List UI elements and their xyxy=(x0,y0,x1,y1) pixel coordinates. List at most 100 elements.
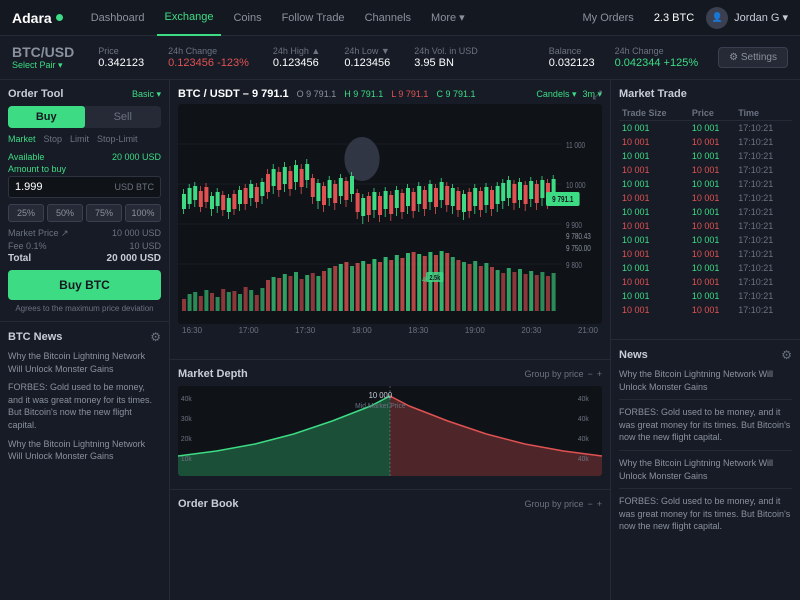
ticker-select-pair[interactable]: Select Pair ▾ xyxy=(12,60,74,71)
trade-size: 10 001 xyxy=(619,163,689,177)
brand-name: Adara xyxy=(12,10,52,26)
btc-news-item-2[interactable]: Why the Bitcoin Lightning Network Will U… xyxy=(8,438,161,463)
trade-price: 10 001 xyxy=(689,289,735,303)
order-tool-title: Order Tool xyxy=(8,88,63,100)
trade-price: 10 001 xyxy=(689,247,735,261)
chart-low: L 9 791.1 xyxy=(391,89,428,99)
trade-size: 10 001 xyxy=(619,289,689,303)
left-panel: Order Tool Basic ▾ Buy Sell Market Stop … xyxy=(0,80,170,600)
pct-buttons: 25% 50% 75% 100% xyxy=(8,204,161,222)
news-right-item[interactable]: FORBES: Gold used to be money, and it wa… xyxy=(619,406,792,451)
btc-news-title: BTC News xyxy=(8,331,62,343)
ticker-volume: 24h Vol. in USD 3.95 BN xyxy=(414,46,478,69)
settings-button[interactable]: ⚙ Settings xyxy=(718,47,788,68)
btc-news-settings-icon[interactable]: ⚙ xyxy=(150,330,161,344)
pct-75[interactable]: 75% xyxy=(86,204,122,222)
buy-btc-button[interactable]: Buy BTC xyxy=(8,270,161,300)
pct-25[interactable]: 25% xyxy=(8,204,44,222)
svg-text:40k: 40k xyxy=(181,396,192,403)
btc-news-item-0[interactable]: Why the Bitcoin Lightning Network Will U… xyxy=(8,350,161,375)
trade-price: 10 001 xyxy=(689,205,735,219)
order-type-stop-limit[interactable]: Stop-Limit xyxy=(97,134,138,144)
sell-tab[interactable]: Sell xyxy=(85,106,162,128)
ticker-pair[interactable]: BTC/USD Select Pair ▾ xyxy=(12,44,74,71)
ticker-bar: BTC/USD Select Pair ▾ Price 0.342123 24h… xyxy=(0,36,800,80)
market-trade-title: Market Trade xyxy=(619,88,687,100)
trade-price: 10 001 xyxy=(689,303,735,317)
svg-text:30k: 30k xyxy=(181,416,192,423)
trade-price: 10 001 xyxy=(689,275,735,289)
brand-logo[interactable]: Adara xyxy=(12,10,63,26)
trade-time: 17:10:21 xyxy=(735,135,792,149)
order-book-plus-icon[interactable]: + xyxy=(597,499,602,509)
group-price-control[interactable]: Group by price − + xyxy=(524,369,602,379)
trade-size: 10 001 xyxy=(619,247,689,261)
order-type-market[interactable]: Market xyxy=(8,134,36,144)
svg-text:40k: 40k xyxy=(578,436,589,443)
market-price-row: Market Price ↗ 10 000 USD xyxy=(8,228,161,239)
svg-text:40k: 40k xyxy=(578,396,589,403)
trade-size: 10 001 xyxy=(619,135,689,149)
nav-follow-trade[interactable]: Follow Trade xyxy=(274,0,353,36)
buy-note: Agrees to the maximum price deviation xyxy=(8,304,161,313)
candlestick-chart: 11 000 10 000 9 900 9 800 9 791.1 9 780.… xyxy=(178,104,602,324)
amount-label: Amount to buy xyxy=(8,164,161,174)
buy-tab[interactable]: Buy xyxy=(8,106,85,128)
table-row: 10 001 10 001 17:10:21 xyxy=(619,177,792,191)
nav-coins[interactable]: Coins xyxy=(225,0,269,36)
minus-icon[interactable]: − xyxy=(587,369,592,379)
order-book-header: Order Book Group by price − + xyxy=(178,498,602,510)
svg-text:2.5k: 2.5k xyxy=(429,274,440,282)
order-tool-header: Order Tool Basic ▾ xyxy=(8,88,161,100)
chart-area: BTC / USDT – 9 791.1 O 9 791.1 H 9 791.1… xyxy=(170,80,610,360)
chart-view-candles[interactable]: Candels ▾ xyxy=(536,89,576,100)
ticker-balance: Balance 0.032123 24h Change 0.042344 +12… xyxy=(549,46,788,69)
table-row: 10 001 10 001 17:10:21 xyxy=(619,219,792,233)
ticker-change-value: 0.123456 -123% xyxy=(168,57,249,69)
news-right-item[interactable]: FORBES: Gold used to be money, and it wa… xyxy=(619,495,792,539)
pct-100[interactable]: 100% xyxy=(125,204,161,222)
order-book-panel: Order Book Group by price − + xyxy=(170,490,610,600)
order-book-minus-icon[interactable]: − xyxy=(587,499,592,509)
chart-expand-icon[interactable]: ⤢ xyxy=(592,88,602,103)
news-right-header: News ⚙ xyxy=(619,348,792,362)
svg-text:40k: 40k xyxy=(578,416,589,423)
nav-dashboard[interactable]: Dashboard xyxy=(83,0,153,36)
svg-text:11 000: 11 000 xyxy=(566,140,585,150)
right-panel: Market Trade Trade Size Price Time 10 00… xyxy=(610,80,800,600)
nav-exchange[interactable]: Exchange xyxy=(157,0,222,36)
plus-icon[interactable]: + xyxy=(597,369,602,379)
pct-50[interactable]: 50% xyxy=(47,204,83,222)
nav-channels[interactable]: Channels xyxy=(357,0,419,36)
buy-sell-tabs: Buy Sell xyxy=(8,106,161,128)
svg-text:20k: 20k xyxy=(181,436,192,443)
news-right-item[interactable]: Why the Bitcoin Lightning Network Will U… xyxy=(619,368,792,400)
trade-time: 17:10:21 xyxy=(735,191,792,205)
nav-btc-balance: 2.3 BTC xyxy=(654,12,694,24)
table-row: 10 001 10 001 17:10:21 xyxy=(619,205,792,219)
trade-time: 17:10:21 xyxy=(735,219,792,233)
news-right-settings-icon[interactable]: ⚙ xyxy=(781,348,792,362)
order-type-stop[interactable]: Stop xyxy=(44,134,63,144)
news-right-item[interactable]: Why the Bitcoin Lightning Network Will U… xyxy=(619,457,792,489)
trade-size: 10 001 xyxy=(619,149,689,163)
trade-price: 10 001 xyxy=(689,135,735,149)
trade-size: 10 001 xyxy=(619,275,689,289)
nav-my-orders[interactable]: My Orders xyxy=(574,0,641,36)
amount-input[interactable]: 1.999 USD BTC xyxy=(8,176,161,198)
table-row: 10 001 10 001 17:10:21 xyxy=(619,261,792,275)
chart-container: 11 000 10 000 9 900 9 800 9 791.1 9 780.… xyxy=(178,104,602,324)
btc-news-item-1[interactable]: FORBES: Gold used to be money, and it wa… xyxy=(8,381,161,431)
nav-user[interactable]: 👤 Jordan G ▾ xyxy=(706,7,788,29)
order-book-group-price[interactable]: Group by price − + xyxy=(524,499,602,509)
trade-time: 17:10:21 xyxy=(735,177,792,191)
main-layout: Order Tool Basic ▾ Buy Sell Market Stop … xyxy=(0,80,800,600)
table-row: 10 001 10 001 17:10:21 xyxy=(619,121,792,136)
news-right-items: Why the Bitcoin Lightning Network Will U… xyxy=(619,368,792,539)
table-row: 10 001 10 001 17:10:21 xyxy=(619,191,792,205)
order-type-limit[interactable]: Limit xyxy=(70,134,89,144)
trade-price: 10 001 xyxy=(689,261,735,275)
order-mode-selector[interactable]: Basic ▾ xyxy=(132,89,161,100)
nav-more[interactable]: More ▾ xyxy=(423,0,473,36)
ticker-balance-change-value: 0.042344 +125% xyxy=(615,57,699,69)
